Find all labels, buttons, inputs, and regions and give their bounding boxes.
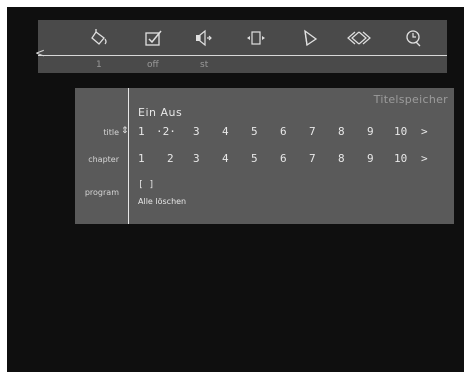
title-number[interactable]: 1 <box>138 125 156 138</box>
chapter-next-arrow[interactable]: > <box>421 152 433 165</box>
toolbar-value-1: 1 <box>96 60 102 70</box>
program-label: program <box>84 188 119 197</box>
play-icon[interactable] <box>299 28 321 48</box>
osd-toolbar: < 1 off st <box>35 20 447 73</box>
chapter-number[interactable]: 8 <box>338 152 367 165</box>
chapter-number[interactable]: 7 <box>309 152 338 165</box>
clock-icon[interactable] <box>402 28 424 48</box>
title-number-selected[interactable]: ·2· <box>156 125 193 138</box>
clear-all-button[interactable]: Alle löschen <box>138 197 186 206</box>
toolbar-value-off: off <box>147 60 159 70</box>
frame-icon[interactable] <box>245 28 267 48</box>
left-arrow-icon[interactable]: < <box>35 47 45 59</box>
title-number[interactable]: 3 <box>193 125 222 138</box>
chapter-number[interactable]: 5 <box>251 152 280 165</box>
checkbox-icon[interactable] <box>143 28 165 48</box>
skip-icon[interactable] <box>344 28 374 48</box>
title-number[interactable]: 5 <box>251 125 280 138</box>
title-number-row: 1 ·2· 3 4 5 6 7 8 9 10 > <box>138 125 433 138</box>
panel-title: Titelspeicher <box>373 93 448 106</box>
title-label: title <box>103 128 119 137</box>
toolbar-value-st: st <box>200 60 209 70</box>
title-number[interactable]: 9 <box>367 125 394 138</box>
title-number[interactable]: 4 <box>222 125 251 138</box>
chapter-number[interactable]: 9 <box>367 152 394 165</box>
paint-bucket-icon[interactable] <box>89 28 111 48</box>
title-number[interactable]: 7 <box>309 125 338 138</box>
title-number[interactable]: 8 <box>338 125 367 138</box>
chapter-number[interactable]: 10 <box>394 152 421 165</box>
title-next-arrow[interactable]: > <box>421 125 433 138</box>
chapter-number-row: 1 2 3 4 5 6 7 8 9 10 > <box>138 152 433 165</box>
osd-screen: < 1 off st Titelspeicher Ein Aus title ⇕… <box>7 7 464 372</box>
chapter-number[interactable]: 4 <box>222 152 251 165</box>
up-down-icon[interactable]: ⇕ <box>121 126 129 136</box>
speaker-icon[interactable] <box>192 28 214 48</box>
title-number[interactable]: 6 <box>280 125 309 138</box>
toolbar-divider <box>38 55 447 56</box>
chapter-number[interactable]: 1 <box>138 152 167 165</box>
on-off-label[interactable]: Ein Aus <box>138 106 182 119</box>
chapter-number[interactable]: 6 <box>280 152 309 165</box>
chapter-number[interactable]: 2 <box>167 152 193 165</box>
panel-divider <box>128 88 129 224</box>
chapter-number[interactable]: 3 <box>193 152 222 165</box>
program-slot[interactable]: [ ] <box>138 180 154 190</box>
title-memory-panel: Titelspeicher Ein Aus title ⇕ 1 ·2· 3 4 … <box>75 88 454 224</box>
chapter-label: chapter <box>88 155 119 164</box>
title-number[interactable]: 10 <box>394 125 421 138</box>
